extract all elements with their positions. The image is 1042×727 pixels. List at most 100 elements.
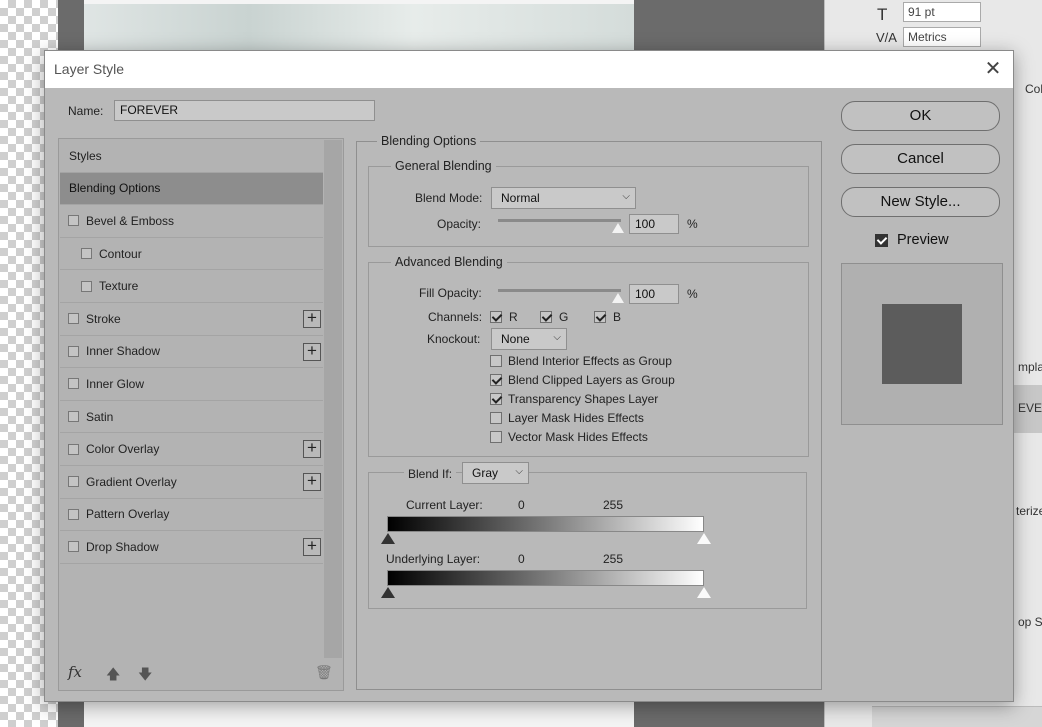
channel-r-checkbox[interactable] [490,311,502,323]
fill-opacity-label: Fill Opacity: [419,286,482,300]
blend-mode-value: Normal [501,191,540,205]
underlying-layer-black-slider[interactable] [381,587,395,598]
advanced-option-checkbox[interactable] [490,431,502,443]
chevron-down-icon: ⌵ [553,332,561,343]
fill-opacity-input[interactable]: 100 [629,284,679,304]
styles-list-scrollbar[interactable] [324,140,342,658]
knockout-select[interactable]: None ⌵ [491,328,567,350]
style-item-pattern-overlay[interactable]: Pattern Overlay [60,499,323,532]
add-effect-icon[interactable]: + [303,309,321,328]
style-item-checkbox[interactable] [68,378,79,390]
preview-box [841,263,1003,425]
general-blending-group: General Blending Blend Mode: Normal ⌵ Op… [368,159,809,247]
ok-button[interactable]: OK [841,101,1000,131]
cancel-button[interactable]: Cancel [841,144,1000,174]
add-effect-icon[interactable]: + [303,439,321,459]
dialog-title: Layer Style [54,61,125,77]
preview-label: Preview [897,232,949,248]
style-item-checkbox[interactable] [68,345,79,357]
advanced-option-label: Vector Mask Hides Effects [508,430,648,444]
current-layer-white-slider[interactable] [697,533,711,544]
title-bar: Layer Style ✕ [45,51,1013,88]
style-item-label: Inner Glow [86,376,145,391]
style-item-satin[interactable]: Satin [60,401,323,434]
advanced-option-checkbox[interactable] [490,412,502,424]
underlying-layer-high-value: 255 [603,552,624,566]
styles-header[interactable]: Styles [60,140,323,173]
current-layer-low-value: 0 [518,498,525,512]
style-item-label: Gradient Overlay [86,474,177,489]
underlying-layer-white-slider[interactable] [697,587,711,598]
new-style-button[interactable]: New Style... [841,187,1000,217]
style-item-checkbox[interactable] [68,508,79,520]
knockout-label: Knockout: [427,332,481,346]
channel-g-checkbox[interactable] [540,311,552,323]
current-layer-high-value: 255 [603,498,624,512]
style-item-inner-glow[interactable]: Inner Glow [60,368,323,401]
general-blending-title: General Blending [391,159,496,173]
preview-checkbox[interactable] [875,234,888,247]
style-item-checkbox[interactable] [68,541,79,553]
advanced-option-label: Blend Interior Effects as Group [508,354,672,368]
opacity-input[interactable]: 100 [629,214,679,234]
underlying-layer-low-value: 0 [518,552,525,566]
style-item-checkbox[interactable] [68,476,79,488]
style-item-checkbox[interactable] [68,443,79,455]
style-item-texture[interactable]: Texture [60,270,323,303]
panel-text-fragment: op Sh [1018,615,1042,629]
close-icon[interactable]: ✕ [981,57,1005,81]
font-size-field[interactable]: 91 pt [903,2,981,22]
styles-list-footer: fx 🡅 🡇 🗑 [60,657,342,689]
style-item-stroke[interactable]: Stroke + [60,303,323,336]
style-item-label: Satin [86,409,114,424]
style-item-gradient-overlay[interactable]: Gradient Overlay + [60,466,323,499]
channel-g-label: G [559,310,569,324]
advanced-option-checkbox[interactable] [490,393,502,405]
advanced-option-label: Layer Mask Hides Effects [508,411,644,425]
advanced-option-checkbox[interactable] [490,355,502,367]
chevron-down-icon: ⌵ [622,191,630,202]
style-item-inner-shadow[interactable]: Inner Shadow + [60,336,323,369]
panel-text-fragment: Col [1025,82,1042,96]
blend-if-select[interactable]: Gray ⌵ [462,462,529,484]
channel-b-label: B [613,310,622,324]
advanced-blending-group: Advanced Blending Fill Opacity: 100 % Ch… [368,255,809,457]
add-effect-icon[interactable]: + [303,342,321,361]
style-item-label: Color Overlay [86,442,160,457]
style-item-contour[interactable]: Contour [60,238,323,271]
opacity-label: Opacity: [437,217,482,231]
advanced-blending-title: Advanced Blending [391,255,507,269]
move-up-icon[interactable]: 🡅 [106,664,120,688]
name-field[interactable]: FOREVER [114,100,375,121]
advanced-option-checkbox[interactable] [490,374,502,386]
add-effect-icon[interactable]: + [303,472,321,491]
opacity-slider-track[interactable] [498,219,621,222]
fill-opacity-slider-track[interactable] [498,289,621,292]
kerning-field[interactable]: Metrics [903,27,981,47]
style-item-checkbox[interactable] [81,280,92,292]
blending-options-panel: Blending Options General Blending Blend … [356,134,822,690]
style-item-drop-shadow[interactable]: Drop Shadow + [60,531,323,564]
current-layer-gradient [387,516,704,532]
channel-b-checkbox[interactable] [594,311,606,323]
style-item-checkbox[interactable] [68,215,79,227]
style-item-checkbox[interactable] [68,411,79,423]
style-item-label: Texture [99,279,139,294]
blend-mode-select[interactable]: Normal ⌵ [491,187,636,209]
add-effect-icon[interactable]: + [303,537,321,557]
current-layer-black-slider[interactable] [381,533,395,544]
trash-icon[interactable]: 🗑 [315,664,333,681]
style-item-color-overlay[interactable]: Color Overlay + [60,433,323,466]
style-item-checkbox[interactable] [81,248,92,260]
channel-r-label: R [509,310,518,324]
opacity-unit: % [687,217,698,231]
style-item-bevel-and-emboss[interactable]: Bevel & Emboss [60,205,323,238]
fx-icon[interactable]: fx [68,663,82,681]
opacity-slider-thumb[interactable] [612,223,624,233]
style-item-checkbox[interactable] [68,313,79,325]
move-down-icon[interactable]: 🡇 [138,664,152,688]
blending-options-item[interactable]: Blending Options [60,172,323,206]
fill-opacity-slider-thumb[interactable] [612,293,624,303]
channels-label: Channels: [428,310,483,324]
style-item-label: Stroke [86,311,121,326]
